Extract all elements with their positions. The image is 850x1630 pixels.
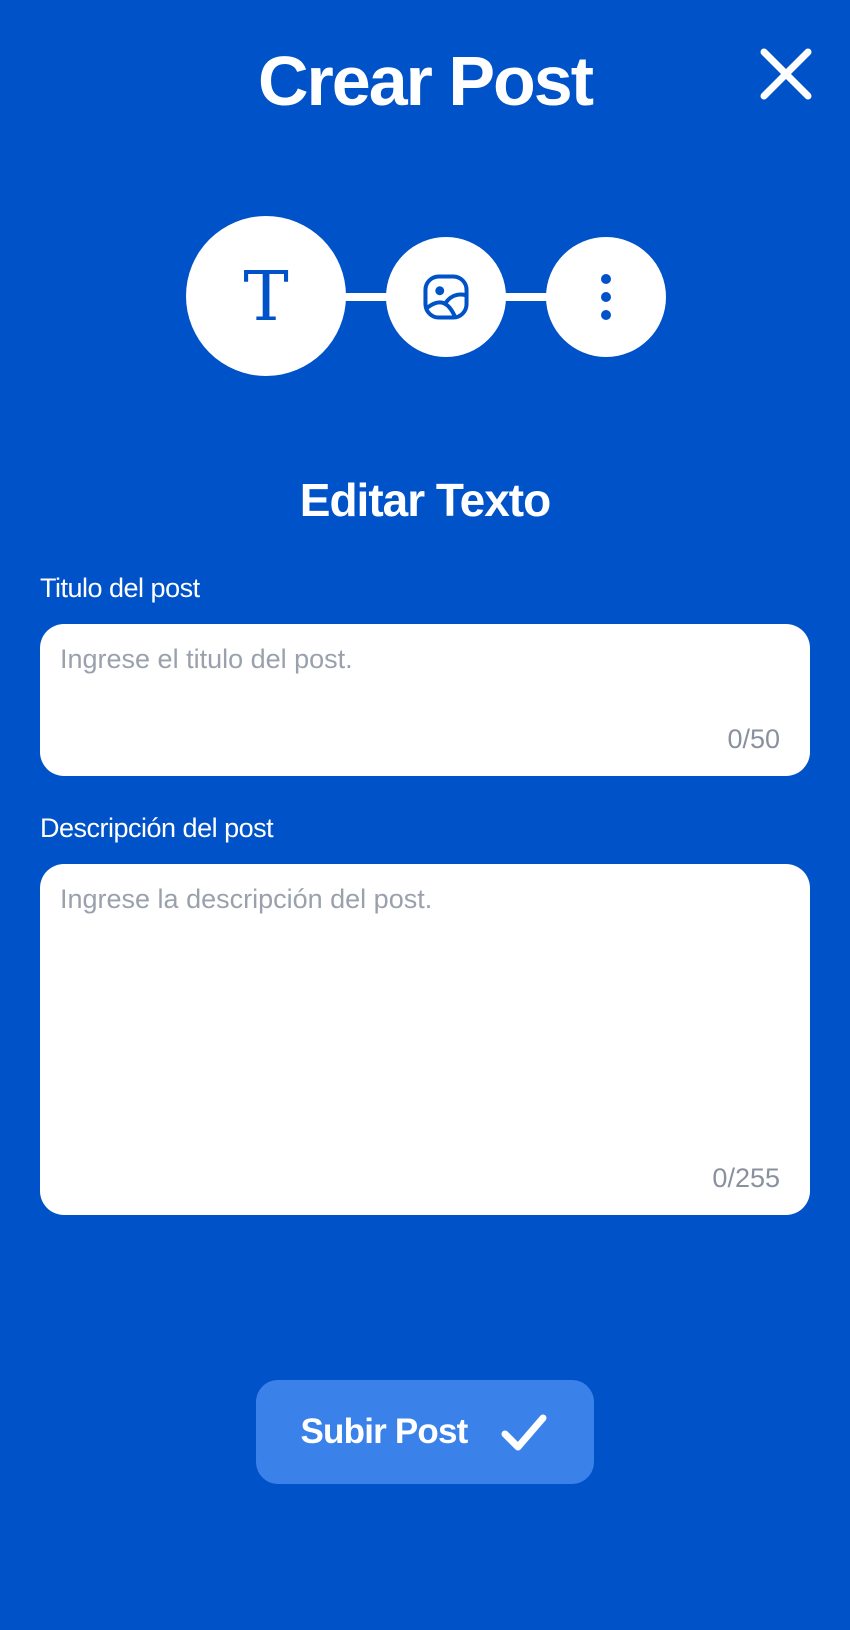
title-input[interactable] (60, 644, 790, 726)
text-icon: T (243, 258, 289, 337)
description-field-label: Descripción del post (40, 813, 274, 843)
description-char-counter: 0/255 (712, 1163, 780, 1193)
more-vertical-icon (601, 274, 611, 320)
check-icon (498, 1406, 550, 1458)
title-field-container: 0/50 (40, 624, 810, 776)
submit-post-button[interactable]: Subir Post (256, 1380, 594, 1484)
image-icon (423, 274, 469, 320)
title-field-label: Titulo del post (40, 573, 200, 603)
description-field-container: 0/255 (40, 864, 810, 1215)
step-text-button[interactable]: T (186, 216, 346, 376)
section-title: Editar Texto (299, 474, 551, 526)
title-char-counter: 0/50 (727, 724, 780, 754)
submit-post-label: Subir Post (300, 1412, 468, 1451)
description-input[interactable] (60, 884, 790, 1165)
step-indicator: T (0, 0, 850, 420)
step-more-button[interactable] (546, 237, 666, 357)
step-image-button[interactable] (386, 237, 506, 357)
